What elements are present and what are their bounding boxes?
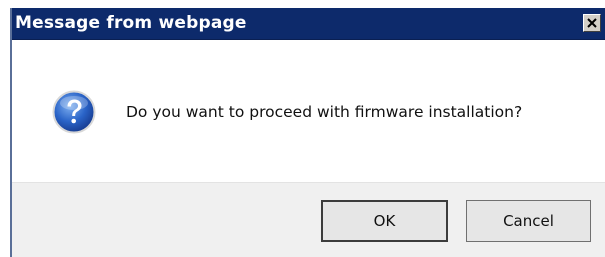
close-icon (587, 18, 597, 28)
ok-button[interactable]: OK (321, 200, 448, 242)
close-button[interactable] (583, 14, 601, 32)
dialog-title: Message from webpage (15, 13, 247, 33)
dialog-content: Do you want to proceed with firmware ins… (12, 40, 605, 182)
cancel-button[interactable]: Cancel (466, 200, 591, 242)
message-dialog: Message from webpage Do you want to proc… (10, 8, 605, 257)
dialog-message: Do you want to proceed with firmware ins… (126, 103, 523, 121)
question-icon (52, 90, 96, 134)
dialog-button-bar: OK Cancel (12, 182, 605, 257)
dialog-titlebar[interactable]: Message from webpage (12, 8, 605, 40)
